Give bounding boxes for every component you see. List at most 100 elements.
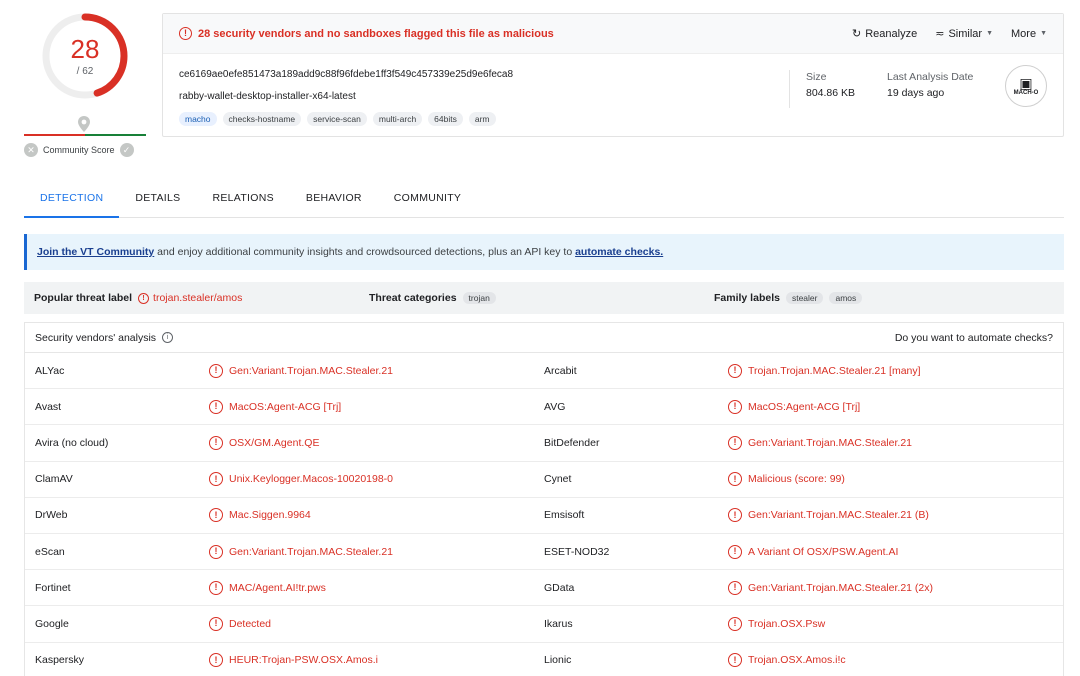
automate-checks-link[interactable]: automate checks. [575,246,663,258]
file-size: Size 804.86 KB [806,71,855,99]
family-chip[interactable]: stealer [785,292,824,304]
category-chip[interactable]: trojan [462,292,496,304]
card-header: ! 28 security vendors and no sandboxes f… [163,14,1063,54]
size-value: 804.86 KB [806,87,856,99]
alert-icon: ! [179,27,192,40]
join-community-link[interactable]: Join the VT Community [37,246,154,258]
vendor-result-text: Mac.Siggen.9964 [229,509,311,522]
community-score-bar [24,134,146,136]
popular-threat-text: trojan.stealer/amos [153,292,243,304]
vendor-result: ! Trojan.OSX.Psw [728,616,825,631]
malicious-icon: ! [209,616,223,631]
score-detections: 28 [70,34,100,64]
tab-behavior[interactable]: BEHAVIOR [290,186,378,218]
malicious-icon: ! [209,435,223,450]
tab-community[interactable]: COMMUNITY [378,186,477,218]
community-banner: Join the VT Community and enjoy addition… [24,234,1064,270]
malicious-alert: ! 28 security vendors and no sandboxes f… [179,27,852,40]
tag[interactable]: service-scan [307,112,367,126]
malicious-icon: ! [728,472,742,487]
vendor-name: Avira (no cloud) [35,436,109,449]
vendor-result-text: Malicious (score: 99) [748,473,845,486]
file-type-icon: ▣ MACH-O [1005,65,1047,107]
vendor-row: Google ! Detected Ikarus ! Trojan.OSX.Ps… [25,606,1063,643]
malicious-icon: ! [209,544,223,559]
tab-relations[interactable]: RELATIONS [196,186,289,218]
threat-categories-heading: Threat categories [369,292,457,304]
vendor-row: Avast ! MacOS:Agent-ACG [Trj] AVG ! MacO… [25,389,1063,426]
vendor-result-text: Gen:Variant.Trojan.MAC.Stealer.21 [748,436,912,449]
community-score: ✕ Community Score ✓ [24,142,146,158]
vendor-row: Avira (no cloud) ! OSX/GM.Agent.QE BitDe… [25,425,1063,462]
vendor-name: Kaspersky [35,654,85,667]
banner-content: Join the VT Community and enjoy addition… [37,246,663,258]
malicious-icon: ! [209,580,223,595]
reanalyze-button[interactable]: ↻ Reanalyze [852,27,917,41]
automate-checks-prompt[interactable]: Do you want to automate checks? [895,332,1053,344]
vendor-name: Avast [35,400,62,413]
vendor-name: DrWeb [35,509,68,522]
vendor-result-text: Detected [229,617,272,630]
vendor-result-text: Trojan.Trojan.MAC.Stealer.21 [many] [748,364,921,377]
vendor-result-text: Trojan.OSX.Amos.i!c [748,654,846,667]
vendor-name: Ikarus [544,617,573,630]
vendor-name: Lionic [544,654,572,667]
malicious-icon: ! [209,472,223,487]
tab-details[interactable]: DETAILS [119,186,196,218]
malicious-icon: ! [209,508,223,523]
threat-categories: Threat categories trojan [369,292,714,304]
file-icon: ▣ [1019,75,1033,91]
malicious-icon: ! [728,363,742,378]
tag[interactable]: arm [468,112,496,126]
vendor-result: ! OSX/GM.Agent.QE [209,435,544,450]
vendor-result-text: MAC/Agent.AI!tr.pws [229,581,326,594]
vendor-name: BitDefender [544,436,600,449]
tag[interactable]: 64bits [428,112,463,126]
thumb-down-icon[interactable]: ✕ [24,143,38,157]
vendor-result: ! A Variant Of OSX/PSW.Agent.AI [728,544,899,559]
file-hash[interactable]: ce6169ae0efe851473a189add9c88f96fdebe1ff… [179,69,513,80]
info-icon[interactable]: i [162,332,174,343]
popular-threat-value[interactable]: ! trojan.stealer/amos [138,292,242,304]
vendor-name: Emsisoft [544,509,585,522]
malicious-icon: ! [728,399,742,414]
report-tabs: DETECTION DETAILS RELATIONS BEHAVIOR COM… [24,186,1064,218]
map-pin-icon [78,116,90,132]
detection-score-widget: 28 / 62 ✕ Community Score ✓ [24,10,146,160]
vendor-result: ! Detected [209,616,544,631]
tab-detection[interactable]: DETECTION [24,186,120,218]
score-total: / 62 [76,66,94,77]
caret-down-icon: ▼ [1040,30,1047,37]
vendor-result-text: Gen:Variant.Trojan.MAC.Stealer.21 [229,545,393,558]
vendor-result-text: MacOS:Agent-ACG [Trj] [229,400,342,413]
similar-icon: ≂ [935,28,945,40]
vendor-row: DrWeb ! Mac.Siggen.9964 Emsisoft ! Gen:V… [25,498,1063,534]
vendor-rows: ALYac ! Gen:Variant.Trojan.MAC.Stealer.2… [25,353,1063,676]
tag[interactable]: macho [179,112,217,126]
vendors-title: Security vendors' analysis i [35,332,895,344]
threat-labels: Popular threat label ! trojan.stealer/am… [24,282,1064,314]
malicious-icon: ! [728,435,742,450]
vendors-header: Security vendors' analysis i Do you want… [25,323,1063,353]
malicious-icon: ! [728,653,742,668]
vendor-result-text: Gen:Variant.Trojan.MAC.Stealer.21 (2x) [748,581,933,594]
tag[interactable]: checks-hostname [222,112,302,126]
vendor-result-text: MacOS:Agent-ACG [Trj] [748,400,861,413]
vendor-result-text: Gen:Variant.Trojan.MAC.Stealer.21 [229,364,393,377]
vendor-result-text: A Variant Of OSX/PSW.Agent.AI [748,545,899,558]
vendor-name: ALYac [35,364,65,377]
more-button[interactable]: More ▼ [1011,27,1047,40]
alert-text: 28 security vendors and no sandboxes fla… [198,27,554,40]
vendor-row: Kaspersky ! HEUR:Trojan-PSW.OSX.Amos.i L… [25,643,1063,676]
similar-button[interactable]: ≂ Similar ▼ [935,27,993,41]
tag[interactable]: multi-arch [372,112,423,126]
thumb-up-icon[interactable]: ✓ [119,143,134,157]
last-analysis-label: Last Analysis Date [887,71,974,83]
malicious-icon: ! [728,544,742,559]
vendor-result: ! Trojan.Trojan.MAC.Stealer.21 [many] [728,363,921,378]
family-chip[interactable]: amos [829,292,863,304]
vendor-result: ! Unix.Keylogger.Macos-10020198-0 [209,472,544,487]
alert-icon: ! [138,292,150,304]
vendors-title-text: Security vendors' analysis [35,331,157,344]
vendor-result: ! Malicious (score: 99) [728,472,845,487]
